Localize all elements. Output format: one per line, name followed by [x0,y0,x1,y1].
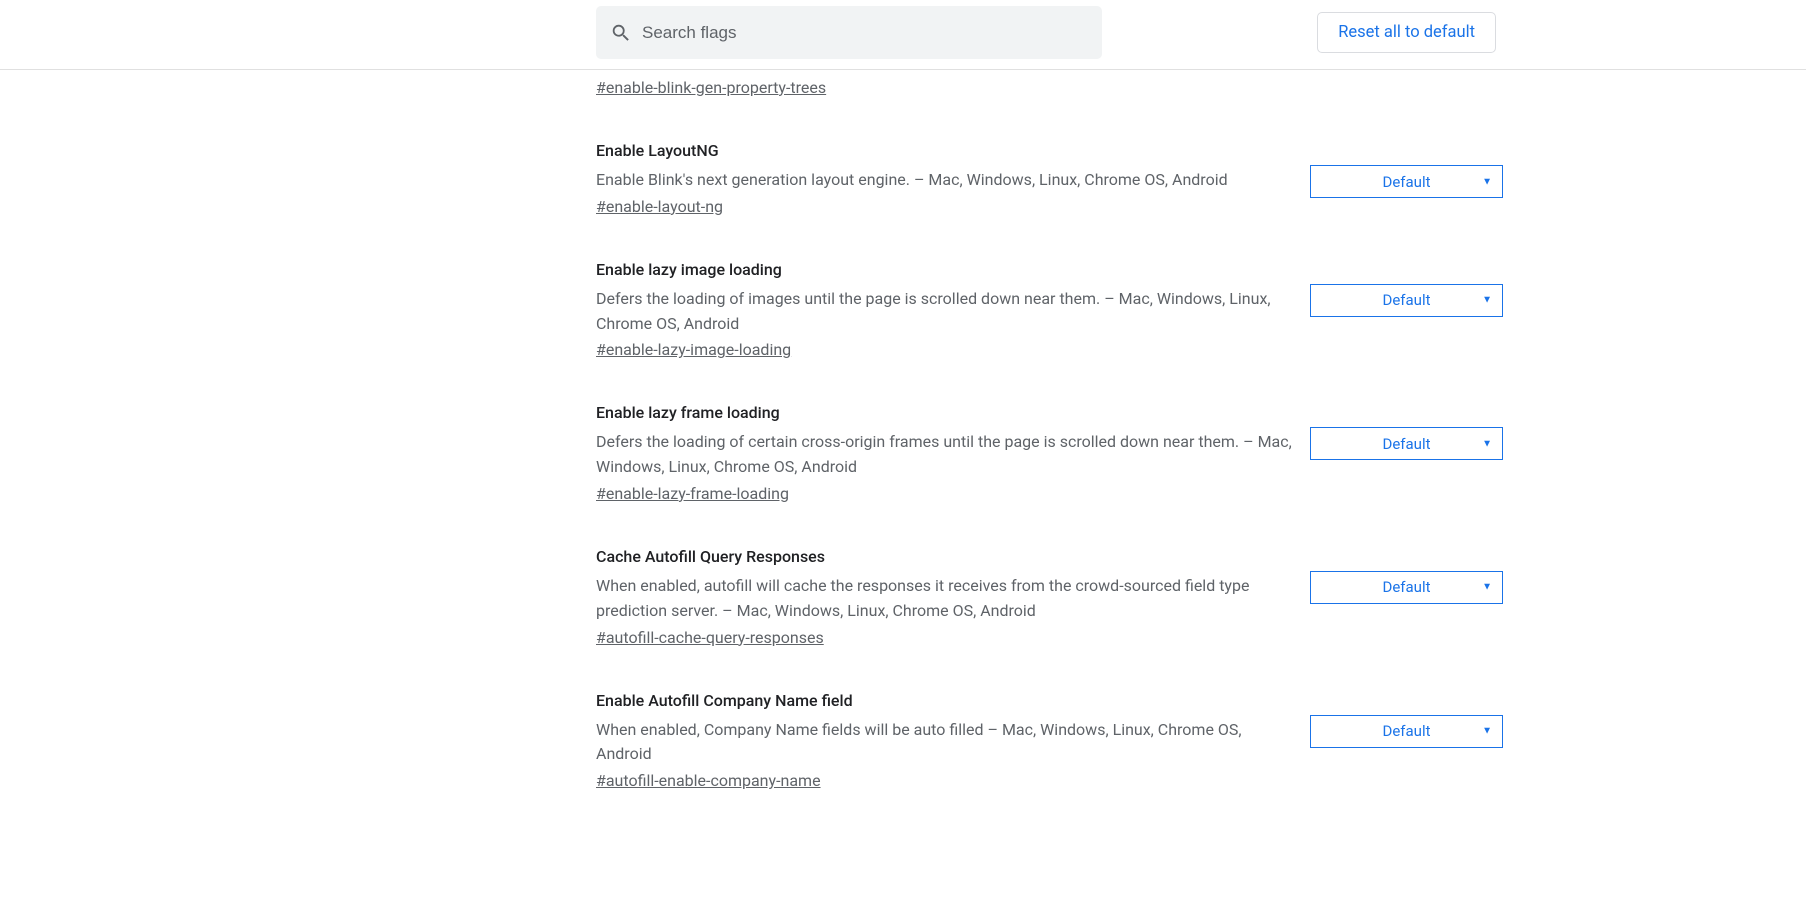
flag-item: Enable lazy image loading Defers the loa… [596,260,1496,404]
flag-description: Defers the loading of images until the p… [596,287,1292,337]
flags-content: #enable-blink-gen-property-trees Enable … [310,70,1496,834]
flag-item: Cache Autofill Query Responses When enab… [596,547,1496,691]
flag-select[interactable]: Default ▼ [1310,427,1503,460]
chevron-down-icon: ▼ [1482,438,1492,449]
chevron-down-icon: ▼ [1482,582,1492,593]
flag-item: Enable LayoutNG Enable Blink's next gene… [596,141,1496,260]
flag-text: Enable lazy frame loading Defers the loa… [596,403,1292,503]
flag-anchor-link[interactable]: #enable-lazy-image-loading [596,340,791,359]
flag-title: Cache Autofill Query Responses [596,547,1292,566]
select-value: Default [1383,578,1431,596]
flag-anchor-link[interactable]: #autofill-cache-query-responses [596,628,824,647]
flag-anchor-link[interactable]: #enable-lazy-frame-loading [596,484,789,503]
search-input[interactable] [632,23,1088,43]
chevron-down-icon: ▼ [1482,295,1492,306]
search-wrap[interactable] [596,6,1102,59]
flag-description: When enabled, autofill will cache the re… [596,574,1292,624]
flag-title: Enable Autofill Company Name field [596,691,1292,710]
flag-text: Enable lazy image loading Defers the loa… [596,260,1292,360]
flag-control: Default ▼ [1310,284,1503,317]
flag-anchor-link[interactable]: #enable-layout-ng [596,197,723,216]
flag-description: Defers the loading of certain cross-orig… [596,430,1292,480]
flag-item: Enable lazy frame loading Defers the loa… [596,403,1496,547]
flag-control: Default ▼ [1310,165,1503,198]
flag-title: Enable LayoutNG [596,141,1292,160]
flag-description: Enable Blink's next generation layout en… [596,168,1292,193]
flag-text: #enable-blink-gen-property-trees [596,76,1292,97]
flag-anchor-link[interactable]: #autofill-enable-company-name [596,771,821,790]
select-value: Default [1383,291,1431,309]
flag-anchor-link[interactable]: #enable-blink-gen-property-trees [596,78,826,97]
select-value: Default [1383,435,1431,453]
flag-control: Default ▼ [1310,715,1503,748]
flag-select[interactable]: Default ▼ [1310,165,1503,198]
flag-text: Cache Autofill Query Responses When enab… [596,547,1292,647]
flag-text: Enable Autofill Company Name field When … [596,691,1292,791]
flag-control: Default ▼ [1310,427,1503,460]
reset-all-button[interactable]: Reset all to default [1317,12,1496,53]
select-value: Default [1383,722,1431,740]
flag-item: #enable-blink-gen-property-trees [596,76,1496,141]
flag-text: Enable LayoutNG Enable Blink's next gene… [596,141,1292,216]
flag-select[interactable]: Default ▼ [1310,715,1503,748]
header-inner: Reset all to default [310,6,1496,59]
flag-title: Enable lazy frame loading [596,403,1292,422]
chevron-down-icon: ▼ [1482,726,1492,737]
select-value: Default [1383,173,1431,191]
flag-item: Enable Autofill Company Name field When … [596,691,1496,835]
flag-select[interactable]: Default ▼ [1310,571,1503,604]
page-header: Reset all to default [0,0,1806,70]
flag-control: Default ▼ [1310,571,1503,604]
search-icon [610,22,632,44]
flag-description: When enabled, Company Name fields will b… [596,718,1292,768]
flag-title: Enable lazy image loading [596,260,1292,279]
flag-select[interactable]: Default ▼ [1310,284,1503,317]
chevron-down-icon: ▼ [1482,176,1492,187]
